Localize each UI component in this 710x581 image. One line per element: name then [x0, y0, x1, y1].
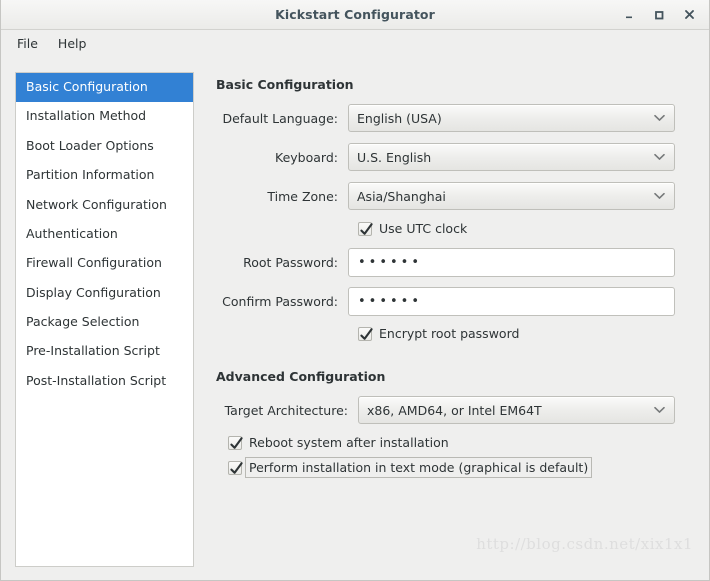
- target-architecture-value: x86, AMD64, or Intel EM64T: [367, 403, 542, 418]
- close-icon: [683, 8, 696, 21]
- text-mode-row[interactable]: Perform installation in text mode (graph…: [216, 460, 695, 475]
- time-zone-row: Time Zone: Asia/Shanghai: [216, 182, 695, 210]
- chevron-down-icon: [654, 154, 665, 161]
- use-utc-clock-label[interactable]: Use UTC clock: [379, 221, 467, 236]
- reboot-system-row[interactable]: Reboot system after installation: [216, 435, 695, 450]
- watermark-text: http://blog.csdn.net/xix1x1: [476, 535, 693, 553]
- confirm-password-row: Confirm Password: ••••••: [216, 287, 695, 315]
- encrypt-root-password-checkbox[interactable]: [358, 327, 372, 341]
- sidebar-item-partition-information[interactable]: Partition Information: [16, 161, 193, 190]
- root-password-row: Root Password: ••••••: [216, 248, 695, 276]
- menu-item-file[interactable]: File: [9, 33, 46, 54]
- root-password-input[interactable]: ••••••: [348, 248, 675, 277]
- sidebar-item-pre-installation-script[interactable]: Pre-Installation Script: [16, 337, 193, 366]
- time-zone-combobox[interactable]: Asia/Shanghai: [348, 182, 675, 210]
- window-title: Kickstart Configurator: [275, 7, 435, 22]
- time-zone-value: Asia/Shanghai: [357, 189, 446, 204]
- kickstart-configurator-window: Kickstart Configurator File Help: [0, 0, 710, 581]
- encrypt-root-password-label[interactable]: Encrypt root password: [379, 326, 519, 341]
- maximize-icon: [653, 9, 665, 21]
- basic-configuration-heading: Basic Configuration: [216, 77, 695, 92]
- checkmark-icon: [358, 324, 374, 344]
- reboot-system-label[interactable]: Reboot system after installation: [249, 435, 449, 450]
- use-utc-clock-row[interactable]: Use UTC clock: [216, 221, 695, 236]
- target-architecture-label: Target Architecture:: [216, 403, 358, 418]
- title-bar: Kickstart Configurator: [1, 0, 709, 30]
- sidebar-item-basic-configuration[interactable]: Basic Configuration: [16, 73, 193, 102]
- default-language-label: Default Language:: [216, 111, 348, 126]
- target-architecture-row: Target Architecture: x86, AMD64, or Inte…: [216, 396, 695, 424]
- window-controls: [615, 0, 703, 29]
- sidebar-item-firewall-configuration[interactable]: Firewall Configuration: [16, 249, 193, 278]
- keyboard-label: Keyboard:: [216, 150, 348, 165]
- keyboard-row: Keyboard: U.S. English: [216, 143, 695, 171]
- chevron-down-icon: [654, 407, 665, 414]
- text-mode-label[interactable]: Perform installation in text mode (graph…: [245, 457, 592, 478]
- menu-item-help[interactable]: Help: [50, 33, 95, 54]
- checkmark-icon: [358, 219, 374, 239]
- sidebar-item-installation-method[interactable]: Installation Method: [16, 102, 193, 131]
- sidebar-item-network-configuration[interactable]: Network Configuration: [16, 191, 193, 220]
- use-utc-clock-checkbox[interactable]: [358, 222, 372, 236]
- reboot-system-checkbox[interactable]: [228, 436, 242, 450]
- maximize-button[interactable]: [645, 3, 673, 27]
- root-password-label: Root Password:: [216, 255, 348, 270]
- menu-bar: File Help: [1, 30, 709, 58]
- keyboard-value: U.S. English: [357, 150, 431, 165]
- sidebar: Basic Configuration Installation Method …: [15, 72, 194, 567]
- keyboard-combobox[interactable]: U.S. English: [348, 143, 675, 171]
- sidebar-item-package-selection[interactable]: Package Selection: [16, 308, 193, 337]
- sidebar-item-display-configuration[interactable]: Display Configuration: [16, 279, 193, 308]
- time-zone-label: Time Zone:: [216, 189, 348, 204]
- close-button[interactable]: [675, 3, 703, 27]
- chevron-down-icon: [654, 193, 665, 200]
- advanced-configuration-heading: Advanced Configuration: [216, 369, 695, 384]
- sidebar-item-authentication[interactable]: Authentication: [16, 220, 193, 249]
- content-area: Basic Configuration Installation Method …: [1, 58, 709, 581]
- minimize-button[interactable]: [615, 3, 643, 27]
- default-language-combobox[interactable]: English (USA): [348, 104, 675, 132]
- settings-panel: Basic Configuration Default Language: En…: [194, 72, 695, 567]
- target-architecture-combobox[interactable]: x86, AMD64, or Intel EM64T: [358, 396, 675, 424]
- sidebar-item-post-installation-script[interactable]: Post-Installation Script: [16, 367, 193, 396]
- sidebar-item-boot-loader-options[interactable]: Boot Loader Options: [16, 132, 193, 161]
- default-language-row: Default Language: English (USA): [216, 104, 695, 132]
- encrypt-root-password-row[interactable]: Encrypt root password: [216, 326, 695, 341]
- text-mode-checkbox[interactable]: [228, 461, 242, 475]
- checkmark-icon: [228, 458, 244, 478]
- minimize-icon: [623, 9, 635, 21]
- confirm-password-input[interactable]: ••••••: [348, 287, 675, 316]
- chevron-down-icon: [654, 115, 665, 122]
- confirm-password-label: Confirm Password:: [216, 294, 348, 309]
- default-language-value: English (USA): [357, 111, 442, 126]
- checkmark-icon: [228, 433, 244, 453]
